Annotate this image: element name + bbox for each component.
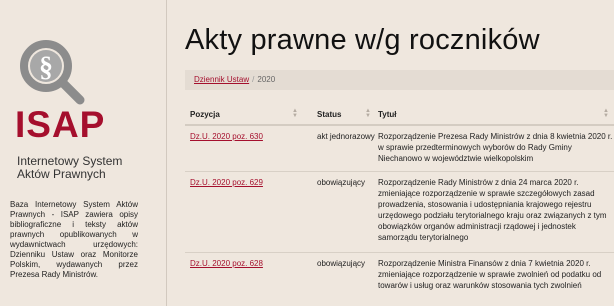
sidebar: § ISAP Internetowy System Aktów Prawnych…	[0, 0, 167, 306]
status-cell: akt jednorazowy	[317, 132, 375, 141]
title-cell: Rozporządzenie Rady Ministrów z dnia 24 …	[378, 178, 607, 242]
sidebar-description: Baza Internetowy System Aktów Prawnych -…	[10, 200, 138, 279]
logo-subtitle: Internetowy System Aktów Prawnych	[17, 155, 157, 181]
sort-icon[interactable]: ▲ ▼	[292, 108, 298, 119]
table-row: Dz.U. 2020 poz. 629 obowiązujący Rozporz…	[185, 172, 614, 253]
title-cell: Rozporządzenie Ministra Finansów z dnia …	[378, 259, 602, 290]
breadcrumb-link-dziennik-ustaw[interactable]: Dziennik Ustaw	[194, 75, 249, 84]
column-header-status[interactable]: Status	[317, 110, 341, 119]
position-cell: Dz.U. 2020 poz. 628	[190, 258, 263, 269]
main-content: Akty prawne w/g roczników Dziennik Ustaw…	[167, 0, 614, 306]
column-header-title[interactable]: Tytuł	[378, 110, 397, 119]
sort-icon[interactable]: ▲ ▼	[365, 108, 371, 119]
svg-text:§: §	[39, 52, 53, 83]
position-link[interactable]: Dz.U. 2020 poz. 628	[190, 259, 263, 268]
breadcrumb-current: 2020	[257, 75, 276, 84]
position-cell: Dz.U. 2020 poz. 629	[190, 177, 263, 188]
page-title: Akty prawne w/g roczników	[185, 24, 540, 56]
title-cell: Rozporządzenie Prezesa Rady Ministrów z …	[378, 132, 613, 163]
logo-text: ISAP	[15, 104, 106, 145]
position-link[interactable]: Dz.U. 2020 poz. 629	[190, 178, 263, 187]
table-header: Pozycja ▲ ▼ Status ▲ ▼ Tytuł ▲ ▼	[185, 104, 614, 126]
table-row: Dz.U. 2020 poz. 630 akt jednorazowy Rozp…	[185, 126, 614, 172]
position-link[interactable]: Dz.U. 2020 poz. 630	[190, 132, 263, 141]
status-cell: obowiązujący	[317, 259, 366, 268]
table-row: Dz.U. 2020 poz. 628 obowiązujący Rozporz…	[185, 253, 614, 306]
breadcrumb-separator: /	[252, 75, 255, 84]
breadcrumb: Dziennik Ustaw/2020	[185, 70, 614, 90]
sort-icon[interactable]: ▲ ▼	[603, 108, 609, 119]
logo-subtitle-line-2: Aktów Prawnych	[17, 167, 106, 181]
column-header-position[interactable]: Pozycja	[190, 110, 220, 119]
position-cell: Dz.U. 2020 poz. 630	[190, 131, 263, 142]
status-cell: obowiązujący	[317, 178, 366, 187]
isap-logo[interactable]: § ISAP Internetowy System Aktów Prawnych	[10, 40, 160, 181]
paragraph-magnifier-icon: §	[20, 40, 85, 105]
